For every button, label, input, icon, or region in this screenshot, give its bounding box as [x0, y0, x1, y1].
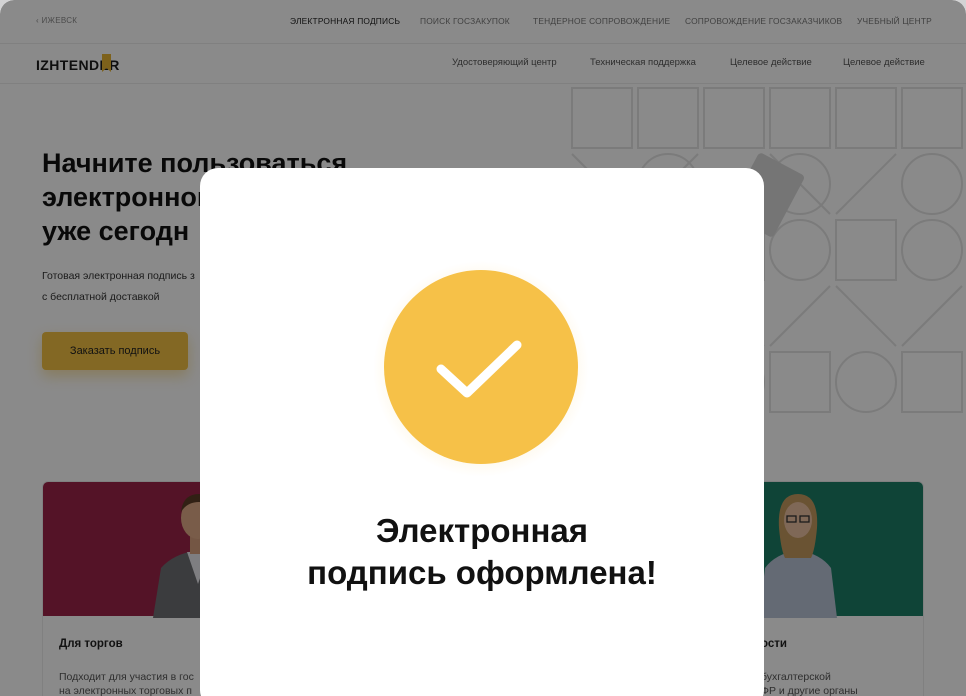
success-badge — [384, 270, 578, 464]
checkmark-icon — [436, 340, 522, 398]
modal-title: Электронная подпись оформлена! — [200, 510, 764, 594]
page-background: ‹ ИЖЕВСК ЭЛЕКТРОННАЯ ПОДПИСЬ ПОИСК ГОСЗА… — [0, 0, 966, 696]
success-modal: Электронная подпись оформлена! — [200, 168, 764, 696]
modal-title-line: подпись оформлена! — [307, 554, 657, 591]
modal-title-line: Электронная — [375, 512, 588, 549]
